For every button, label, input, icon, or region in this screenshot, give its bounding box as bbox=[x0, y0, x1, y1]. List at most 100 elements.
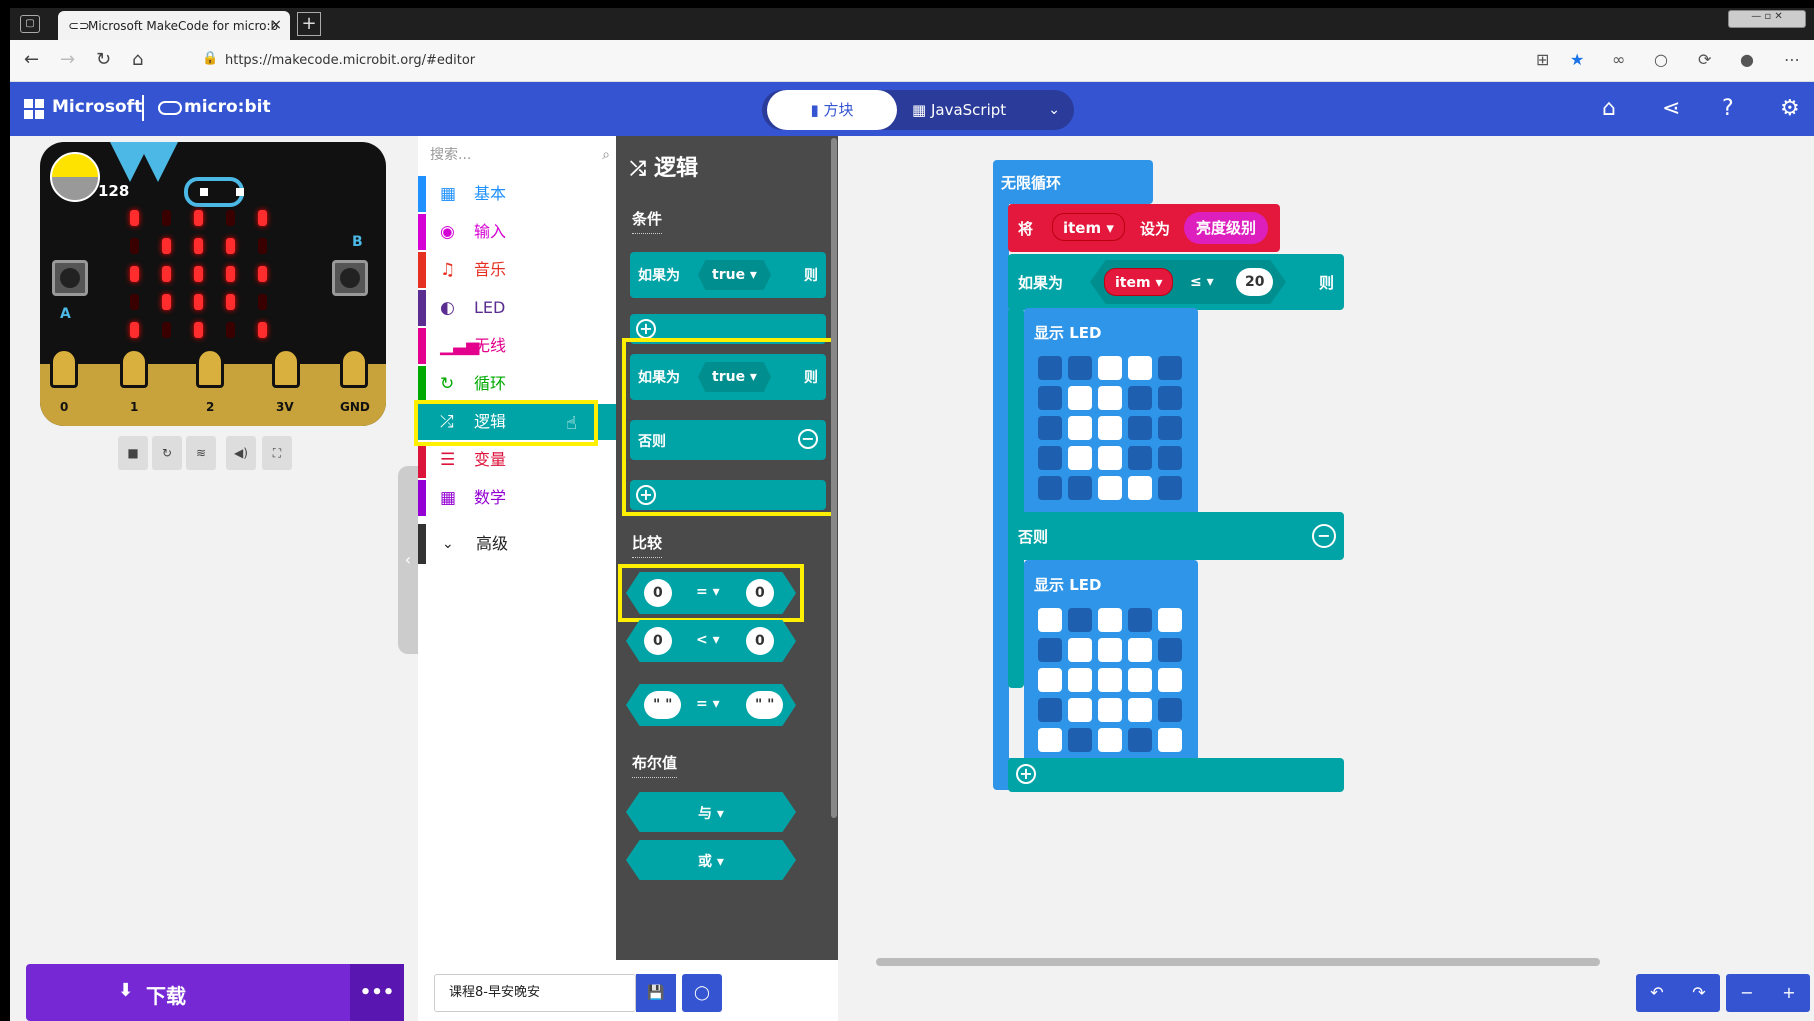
compare-block[interactable]: item ▾ ≤ ▾ 20 bbox=[1090, 260, 1286, 304]
led-cell[interactable] bbox=[1098, 638, 1122, 662]
led-cell[interactable] bbox=[1068, 638, 1092, 662]
led-cell[interactable] bbox=[1158, 638, 1182, 662]
led-grid[interactable] bbox=[1038, 356, 1182, 500]
github-icon[interactable]: ◯ bbox=[682, 974, 722, 1012]
led-cell[interactable] bbox=[1068, 728, 1092, 752]
search-icon[interactable]: ⌕ bbox=[602, 140, 610, 170]
if-else-footer[interactable]: + bbox=[630, 480, 826, 510]
led-cell[interactable] bbox=[1158, 386, 1182, 410]
led-cell[interactable] bbox=[1128, 728, 1152, 752]
led-cell[interactable] bbox=[1038, 608, 1062, 632]
url-field[interactable]: https://makecode.microbit.org/#editor bbox=[225, 53, 475, 68]
profile-icon[interactable]: ● bbox=[1740, 50, 1754, 69]
else-row[interactable]: 否则 − bbox=[1008, 512, 1344, 560]
led-cell[interactable] bbox=[1038, 728, 1062, 752]
led-cell[interactable] bbox=[1068, 668, 1092, 692]
compare-string-block[interactable]: " " = ▾ " " bbox=[626, 684, 796, 726]
if-block-footer[interactable]: + bbox=[630, 314, 826, 344]
pin-2[interactable] bbox=[196, 348, 224, 388]
if-block-footer[interactable]: + bbox=[1008, 758, 1344, 792]
toolbox-cat-math[interactable]: ▦ 数学 bbox=[418, 480, 616, 516]
if-else-block[interactable]: 如果为 item ▾ ≤ ▾ 20 则 bbox=[1008, 254, 1344, 310]
led-cell[interactable] bbox=[1038, 386, 1062, 410]
led-cell[interactable] bbox=[1098, 668, 1122, 692]
led-cell[interactable] bbox=[1098, 608, 1122, 632]
button-b[interactable] bbox=[332, 260, 368, 296]
led-cell[interactable] bbox=[1158, 416, 1182, 440]
led-cell[interactable] bbox=[1098, 446, 1122, 470]
zoom-out-icon[interactable]: − bbox=[1726, 974, 1768, 1012]
led-grid[interactable] bbox=[1038, 608, 1182, 752]
collapse-simulator-button[interactable]: ‹ bbox=[398, 466, 418, 654]
led-cell[interactable] bbox=[1128, 638, 1152, 662]
microbit-simulator[interactable]: 128 A B 0 1 2 3V GND bbox=[40, 142, 386, 426]
more-options-icon[interactable]: ••• bbox=[350, 964, 404, 1021]
home-icon[interactable]: ⌂ bbox=[132, 49, 143, 70]
led-cell[interactable] bbox=[1098, 476, 1122, 500]
toolbox-cat-input[interactable]: ◉ 输入 bbox=[418, 214, 616, 250]
close-tab-icon[interactable]: × bbox=[270, 17, 282, 33]
led-cell[interactable] bbox=[1128, 476, 1152, 500]
variable-dropdown[interactable]: item ▾ bbox=[1052, 213, 1125, 241]
left-string[interactable]: " " bbox=[644, 691, 682, 719]
led-cell[interactable] bbox=[1068, 356, 1092, 380]
home-button-icon[interactable]: ⌂ bbox=[1602, 96, 1616, 121]
toolbox-search-input[interactable]: 搜索... ⌕ bbox=[430, 140, 610, 170]
op-dropdown[interactable]: ≤ ▾ bbox=[1190, 274, 1214, 290]
redo-icon[interactable]: ↷ bbox=[1678, 974, 1720, 1012]
led-cell[interactable] bbox=[1068, 386, 1092, 410]
blocks-workspace[interactable]: 无限循环 将 item ▾ 设为 亮度级别 如果为 item ▾ ≤ ▾ 20 … bbox=[838, 136, 1814, 1021]
led-cell[interactable] bbox=[1068, 416, 1092, 440]
led-cell[interactable] bbox=[1128, 698, 1152, 722]
toolbox-cat-variables[interactable]: ☰ 变量 bbox=[418, 442, 616, 478]
led-cell[interactable] bbox=[1098, 728, 1122, 752]
compare-lt-block[interactable]: 0 < ▾ 0 bbox=[626, 620, 796, 662]
toolbox-cat-music[interactable]: ♫ 音乐 bbox=[418, 252, 616, 288]
zoom-in-icon[interactable]: + bbox=[1768, 974, 1810, 1012]
forward-icon[interactable]: → bbox=[60, 49, 75, 70]
toolbox-cat-radio[interactable]: ▁▃▅ 无线 bbox=[418, 328, 616, 364]
lock-icon[interactable]: 🔒 bbox=[202, 51, 218, 66]
number-input[interactable]: 20 bbox=[1236, 268, 1274, 296]
circle-icon[interactable]: ○ bbox=[1654, 50, 1668, 69]
button-a[interactable] bbox=[52, 260, 88, 296]
if-then-block[interactable]: 如果为 true ▾ 则 bbox=[630, 252, 826, 298]
pin-1[interactable] bbox=[120, 348, 148, 388]
remove-branch-icon[interactable]: − bbox=[798, 429, 818, 449]
light-level-reporter[interactable]: 亮度级别 bbox=[1184, 212, 1269, 244]
right-operand[interactable]: 0 bbox=[746, 579, 774, 607]
led-cell[interactable] bbox=[1068, 698, 1092, 722]
op-dropdown[interactable]: < ▾ bbox=[696, 632, 720, 648]
led-cell[interactable] bbox=[1158, 356, 1182, 380]
led-cell[interactable] bbox=[1128, 386, 1152, 410]
led-cell[interactable] bbox=[1098, 356, 1122, 380]
op-dropdown[interactable]: = ▾ bbox=[696, 696, 720, 712]
led-cell[interactable] bbox=[1128, 446, 1152, 470]
toolbox-cat-led[interactable]: ◐ LED bbox=[418, 290, 616, 326]
led-cell[interactable] bbox=[1038, 416, 1062, 440]
compare-eq-block[interactable]: 0 = ▾ 0 bbox=[626, 572, 796, 614]
window-controls[interactable]: — ▫ ✕ bbox=[1728, 10, 1806, 28]
show-leds-block[interactable]: 显示 LED bbox=[1024, 308, 1198, 518]
led-cell[interactable] bbox=[1038, 356, 1062, 380]
led-cell[interactable] bbox=[1068, 608, 1092, 632]
add-branch-icon[interactable]: + bbox=[636, 485, 656, 505]
true-dropdown[interactable]: true ▾ bbox=[698, 362, 771, 392]
led-cell[interactable] bbox=[1128, 356, 1152, 380]
download-button[interactable]: ⬇ 下载 ••• bbox=[26, 964, 404, 1021]
restart-icon[interactable]: ↻ bbox=[152, 436, 182, 470]
or-dropdown[interactable]: 或 ▾ bbox=[698, 851, 724, 871]
op-dropdown[interactable]: = ▾ bbox=[696, 584, 720, 600]
right-string[interactable]: " " bbox=[746, 691, 784, 719]
remove-else-icon[interactable]: − bbox=[1312, 524, 1336, 548]
led-cell[interactable] bbox=[1128, 608, 1152, 632]
toolbox-cat-basic[interactable]: ▦ 基本 bbox=[418, 176, 616, 212]
right-operand[interactable]: 0 bbox=[746, 627, 774, 655]
flyout-scrollbar[interactable] bbox=[831, 138, 837, 818]
mute-icon[interactable]: ◀) bbox=[226, 436, 256, 470]
if-else-block[interactable]: 如果为 true ▾ 则 bbox=[630, 354, 826, 400]
pin-0[interactable] bbox=[50, 348, 78, 388]
variable-dropdown[interactable]: item ▾ bbox=[1104, 268, 1174, 296]
menu-icon[interactable]: ⋯ bbox=[1784, 50, 1800, 69]
led-cell[interactable] bbox=[1038, 446, 1062, 470]
